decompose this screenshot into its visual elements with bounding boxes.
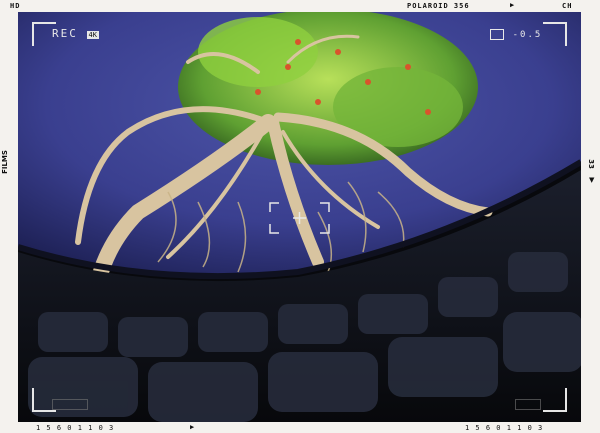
- viewfinder-corner-br: [543, 388, 567, 412]
- film-code-left: 1 5 6 0 1 1 0 3: [36, 424, 115, 432]
- film-arrow-bottom-icon: ▶: [190, 423, 196, 431]
- quality-badge: 4K: [86, 31, 99, 39]
- rec-indicator: REC 4K: [52, 27, 99, 40]
- battery-icon: [52, 399, 88, 410]
- film-arrow-right-icon: ▼: [589, 176, 595, 184]
- film-frame-number: 33: [586, 159, 595, 169]
- film-label-films: FILMS: [0, 150, 9, 174]
- exposure-icon: [490, 28, 504, 40]
- film-label-hd: HD: [10, 2, 21, 10]
- rec-label: REC: [52, 27, 78, 40]
- planetarium-scene: [18, 12, 581, 422]
- storage-icon: [515, 399, 541, 410]
- exposure-indicator: -0.5: [490, 27, 542, 40]
- photo-frame: REC 4K -0.5: [18, 12, 581, 422]
- viewfinder-corner-tr: [543, 22, 567, 46]
- film-code-right: 1 5 6 0 1 1 0 3: [465, 424, 544, 432]
- film-label-polaroid: POLAROID 356: [407, 2, 470, 10]
- exposure-value: -0.5: [512, 30, 543, 40]
- film-arrow-top-icon: ▶: [510, 1, 516, 9]
- film-label-ch: CH: [562, 2, 573, 10]
